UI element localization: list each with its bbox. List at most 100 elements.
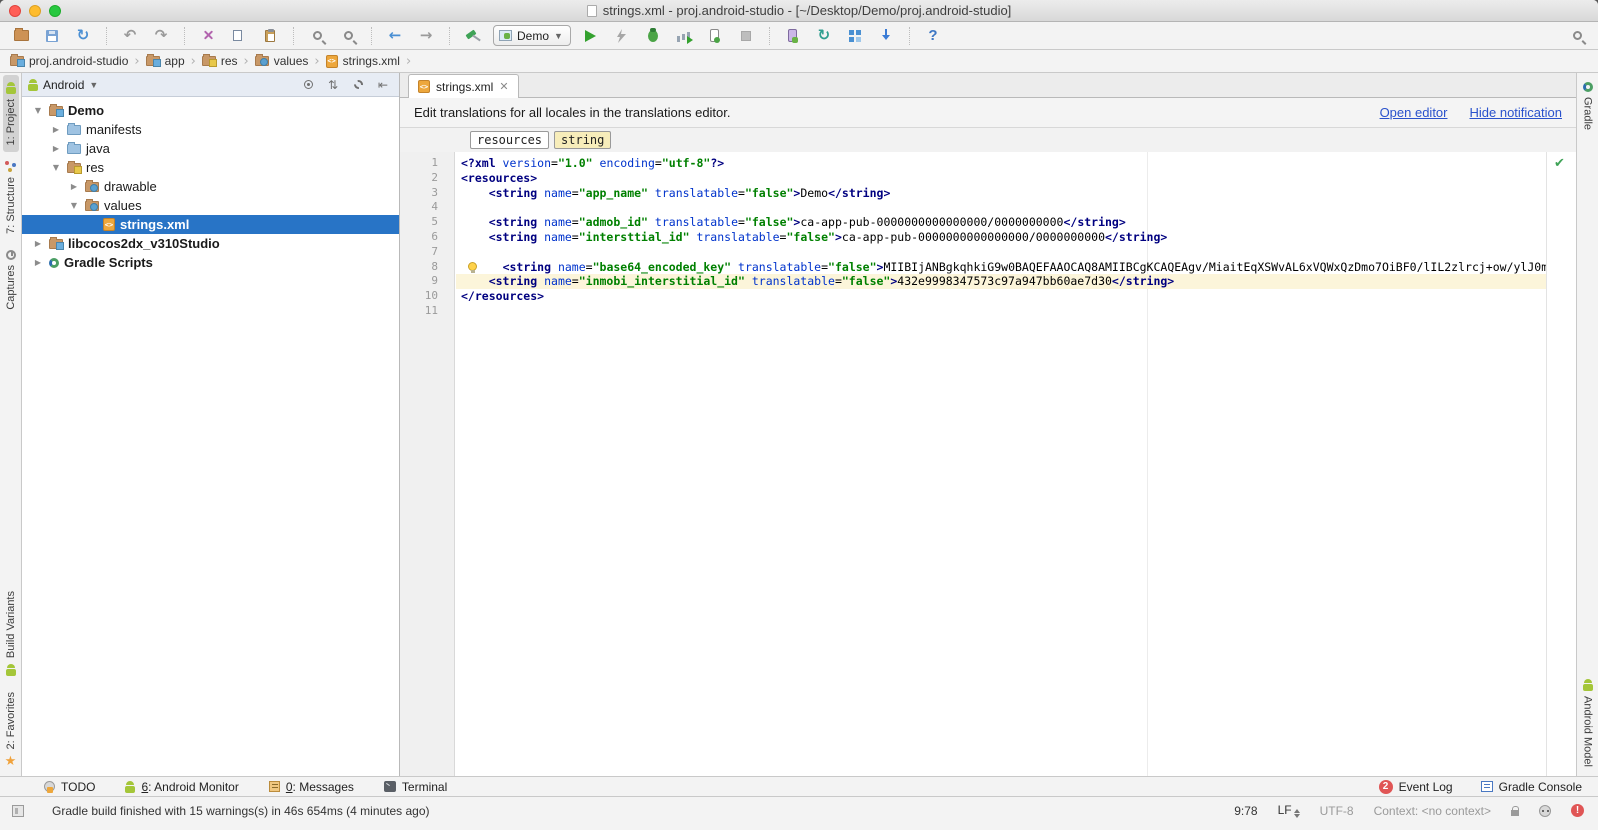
tool-stripe-7-structure[interactable]: 7: Structure bbox=[3, 154, 19, 241]
toolwindow-button-event-log[interactable]: 2Event Log bbox=[1379, 780, 1453, 794]
line-number-5: 5 bbox=[400, 215, 454, 230]
lock-icon[interactable] bbox=[1511, 810, 1519, 816]
blue-folder-icon bbox=[67, 144, 81, 154]
structure-tag-string[interactable]: string bbox=[554, 131, 611, 149]
sync-icon[interactable]: ↻ bbox=[72, 25, 94, 47]
instant-run-icon[interactable] bbox=[611, 25, 633, 47]
paste-icon[interactable] bbox=[259, 25, 281, 47]
build-project-icon[interactable] bbox=[462, 25, 484, 47]
tree-item-values[interactable]: ▼values bbox=[22, 196, 399, 215]
tool-stripe-build-variants[interactable]: Build Variants bbox=[3, 584, 19, 682]
autoscroll-icon[interactable]: ⇅ bbox=[323, 76, 343, 94]
attach-debugger-icon[interactable] bbox=[704, 25, 726, 47]
help-icon[interactable]: ? bbox=[922, 25, 944, 47]
inspections-ok-icon[interactable]: ✔ bbox=[1554, 156, 1565, 171]
breadcrumb-app[interactable]: app bbox=[144, 54, 187, 68]
hide-panel-icon[interactable]: ⇤ bbox=[373, 76, 393, 94]
toolwindow-button-terminal[interactable]: Terminal bbox=[384, 780, 447, 794]
forward-icon[interactable]: → bbox=[415, 25, 437, 47]
todo-icon bbox=[44, 781, 55, 792]
line-ending-selector[interactable]: LF bbox=[1278, 803, 1300, 818]
find-icon[interactable] bbox=[306, 25, 328, 47]
tool-stripe-1-project[interactable]: 1: Project bbox=[3, 75, 19, 152]
tree-item-res[interactable]: ▼res bbox=[22, 158, 399, 177]
chevron-expanded-icon[interactable]: ▼ bbox=[32, 106, 44, 115]
gear-icon[interactable] bbox=[348, 76, 368, 94]
editor-scroll-strip[interactable]: ✔ bbox=[1546, 152, 1576, 776]
toolwindow-button-label: Terminal bbox=[402, 780, 447, 794]
breadcrumb-strings-xml[interactable]: strings.xml bbox=[324, 54, 402, 68]
toolwindow-button-6-android-monitor[interactable]: 6: Android Monitor bbox=[125, 780, 238, 794]
tree-item-manifests[interactable]: ▶manifests bbox=[22, 120, 399, 139]
chevron-collapsed-icon[interactable]: ▶ bbox=[68, 182, 80, 191]
redo-icon[interactable]: ↷ bbox=[150, 25, 172, 47]
run-config-label: Demo bbox=[517, 29, 549, 43]
hector-icon[interactable] bbox=[1539, 805, 1551, 817]
chevron-down-icon[interactable]: ▼ bbox=[89, 80, 98, 90]
replace-icon[interactable] bbox=[337, 25, 359, 47]
hide-notification-link[interactable]: Hide notification bbox=[1470, 105, 1563, 120]
chevron-expanded-icon[interactable]: ▼ bbox=[50, 163, 62, 172]
undo-icon[interactable]: ↶ bbox=[119, 25, 141, 47]
module-folder-icon bbox=[49, 106, 63, 116]
code-line-10: </resources> bbox=[456, 289, 1546, 304]
close-tab-icon[interactable]: ✕ bbox=[499, 80, 508, 93]
breadcrumb-proj-android-studio[interactable]: proj.android-studio bbox=[8, 54, 130, 68]
project-view-selector[interactable]: Android bbox=[43, 78, 84, 92]
blue-folder-icon bbox=[67, 125, 81, 135]
run-icon[interactable] bbox=[580, 25, 602, 47]
toolwindow-button-gradle-console[interactable]: Gradle Console bbox=[1481, 780, 1582, 794]
open-editor-link[interactable]: Open editor bbox=[1380, 105, 1448, 120]
android-studio-window: strings.xml - proj.android-studio - [~/D… bbox=[0, 0, 1598, 830]
project-structure-icon[interactable] bbox=[844, 25, 866, 47]
tree-item-drawable[interactable]: ▶drawable bbox=[22, 177, 399, 196]
avd-manager-icon[interactable] bbox=[782, 25, 804, 47]
chevron-right-icon: › bbox=[191, 54, 196, 69]
code-editor[interactable]: 1234567891011 <?xml version="1.0" encodi… bbox=[400, 152, 1576, 776]
highlighting-level-icon[interactable]: ! bbox=[1571, 804, 1584, 817]
chevron-expanded-icon[interactable]: ▼ bbox=[68, 201, 80, 210]
toolwindow-button-0-messages[interactable]: 0: Messages bbox=[269, 780, 354, 794]
tree-item-strings-xml[interactable]: strings.xml bbox=[22, 215, 399, 234]
breadcrumb-res[interactable]: res bbox=[200, 54, 240, 68]
stop-icon bbox=[735, 25, 757, 47]
run-configuration-selector[interactable]: Demo ▼ bbox=[493, 25, 571, 46]
tree-item-libcocos2dx-v310studio[interactable]: ▶libcocos2dx_v310Studio bbox=[22, 234, 399, 253]
context-indicator[interactable]: Context: <no context> bbox=[1374, 804, 1491, 818]
tree-item-demo[interactable]: ▼Demo bbox=[22, 101, 399, 120]
debug-icon[interactable] bbox=[642, 25, 664, 47]
search-everywhere-icon[interactable] bbox=[1566, 25, 1588, 47]
sdk-manager-icon[interactable] bbox=[875, 25, 897, 47]
intention-bulb-icon[interactable] bbox=[468, 262, 477, 271]
save-all-icon[interactable] bbox=[41, 25, 63, 47]
chevron-collapsed-icon[interactable]: ▶ bbox=[32, 258, 44, 267]
locate-file-icon[interactable] bbox=[298, 76, 318, 94]
open-file-icon[interactable] bbox=[10, 25, 32, 47]
tool-stripe-captures[interactable]: Captures bbox=[3, 243, 19, 317]
tool-stripe-gradle[interactable]: Gradle bbox=[1580, 75, 1596, 137]
profile-icon[interactable] bbox=[673, 25, 695, 47]
tool-stripe-label: 2: Favorites bbox=[5, 692, 17, 749]
tab-strings-xml[interactable]: strings.xml ✕ bbox=[408, 74, 519, 98]
copy-icon[interactable] bbox=[228, 25, 250, 47]
chevron-collapsed-icon[interactable]: ▶ bbox=[32, 239, 44, 248]
chevron-collapsed-icon[interactable]: ▶ bbox=[50, 125, 62, 134]
structure-tag-resources[interactable]: resources bbox=[470, 131, 549, 149]
chevron-collapsed-icon[interactable]: ▶ bbox=[50, 144, 62, 153]
chevron-right-icon: › bbox=[314, 54, 319, 69]
caret-position[interactable]: 9:78 bbox=[1234, 804, 1257, 818]
sync-gradle-icon[interactable]: ↻ bbox=[813, 25, 835, 47]
file-encoding[interactable]: UTF-8 bbox=[1320, 804, 1354, 818]
tree-item-gradle-scripts[interactable]: ▶Gradle Scripts bbox=[22, 253, 399, 272]
tab-label: strings.xml bbox=[436, 80, 493, 94]
back-icon[interactable]: ← bbox=[384, 25, 406, 47]
editor-gutter[interactable]: 1234567891011 bbox=[400, 152, 455, 776]
tool-stripe-android-model[interactable]: Android Model bbox=[1580, 672, 1596, 774]
tree-item-java[interactable]: ▶java bbox=[22, 139, 399, 158]
toolwindow-button-todo[interactable]: TODO bbox=[44, 780, 95, 794]
tool-stripe-2-favorites[interactable]: 2: Favorites★ bbox=[3, 685, 19, 774]
cut-icon[interactable] bbox=[197, 25, 219, 47]
breadcrumb-values[interactable]: values bbox=[253, 54, 311, 68]
toggle-toolwindows-icon[interactable] bbox=[12, 805, 24, 817]
main-toolbar: ↻ ↶ ↷ ← → Demo ▼ ↻ ? bbox=[0, 22, 1598, 50]
